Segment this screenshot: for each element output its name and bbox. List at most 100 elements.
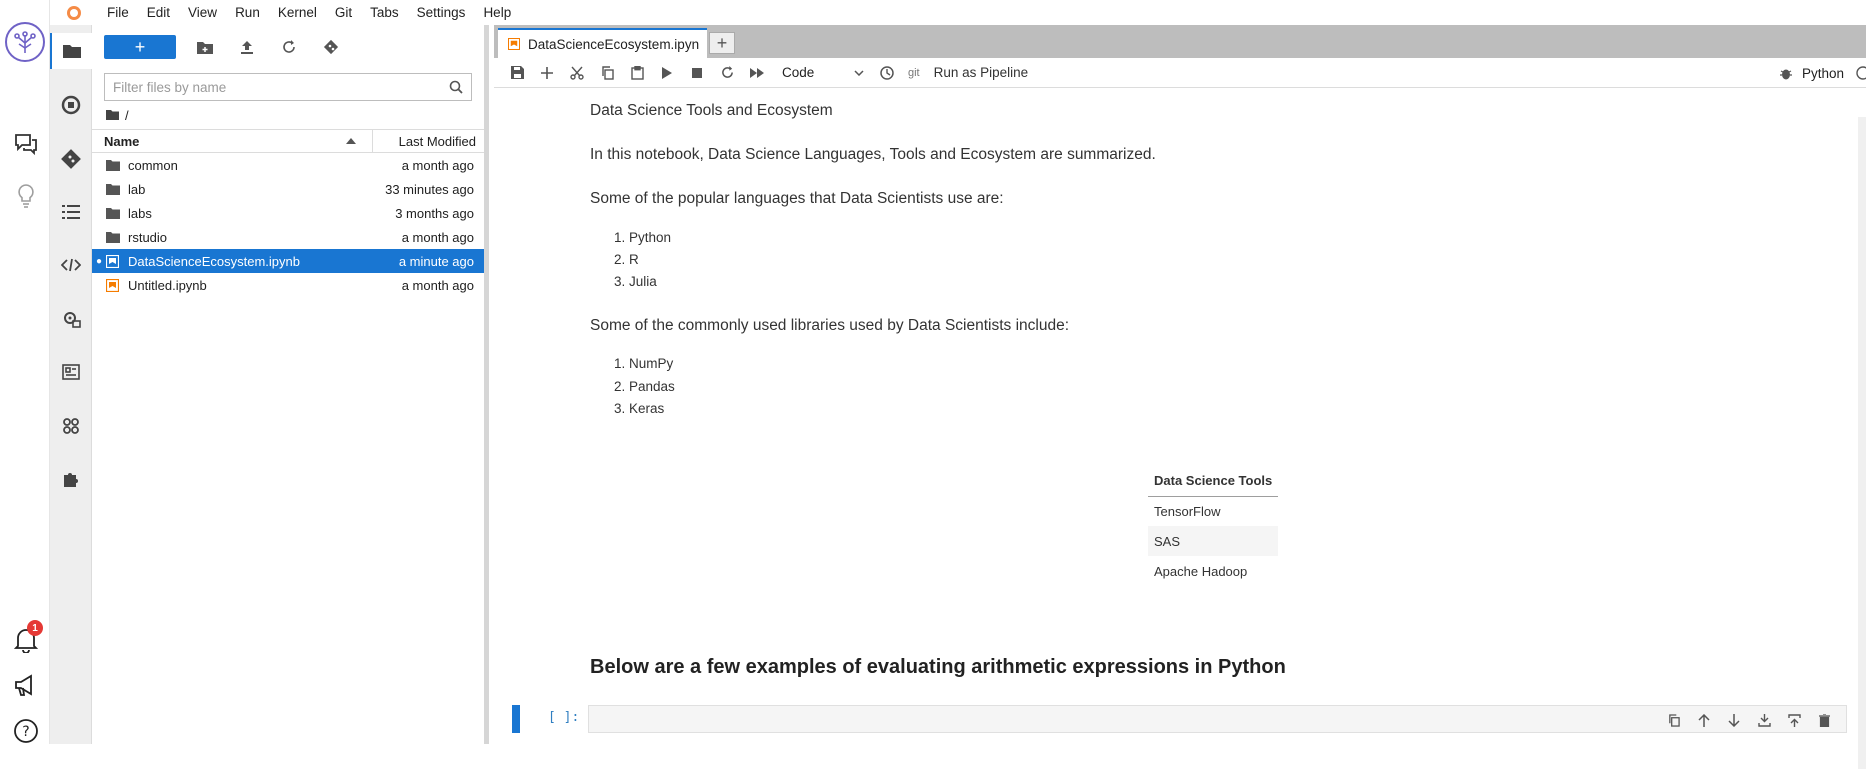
debugger-bug-icon[interactable] bbox=[1779, 67, 1792, 80]
megaphone-icon[interactable] bbox=[12, 671, 40, 699]
file-modified: a month ago bbox=[401, 157, 474, 173]
tab-title: DataScienceEcosystem.ipyn bbox=[528, 36, 700, 52]
last-modified-column-header[interactable]: Last Modified bbox=[372, 130, 484, 152]
running-sessions-icon[interactable] bbox=[50, 87, 92, 123]
folder-icon bbox=[106, 183, 128, 195]
git-diff-button[interactable]: git bbox=[902, 67, 926, 79]
breadcrumb-root[interactable]: / bbox=[125, 108, 129, 123]
libraries-heading: Some of the commonly used libraries used… bbox=[590, 317, 1070, 334]
file-row-untitled[interactable]: Untitled.ipynb a month ago bbox=[92, 273, 484, 297]
runtimes-gear-icon[interactable] bbox=[50, 301, 92, 337]
git-clone-icon[interactable] bbox=[316, 35, 346, 59]
cell-type-select[interactable]: Code bbox=[772, 65, 872, 80]
file-name: common bbox=[128, 157, 178, 173]
app-rail: 1 ? bbox=[0, 0, 50, 744]
tab-datascienceecosystem[interactable]: DataScienceEcosystem.ipyn bbox=[498, 28, 707, 58]
folder-icon bbox=[106, 207, 128, 219]
add-tab-button[interactable]: + bbox=[709, 32, 735, 54]
run-icon[interactable] bbox=[652, 61, 682, 85]
table-of-contents-icon[interactable] bbox=[50, 194, 92, 230]
data-science-tools-table: Data Science Tools TensorFlow SAS Apache… bbox=[1148, 466, 1279, 586]
menu-kernel[interactable]: Kernel bbox=[269, 0, 326, 25]
fast-forward-icon[interactable] bbox=[742, 61, 772, 85]
menu-tabs[interactable]: Tabs bbox=[361, 0, 408, 25]
list-item: 1. NumPy bbox=[614, 356, 674, 371]
file-modified: a month ago bbox=[401, 229, 474, 245]
list-item: 3. Julia bbox=[614, 274, 657, 289]
expressions-heading: Below are a few examples of evaluating a… bbox=[590, 656, 1286, 678]
help-icon[interactable]: ? bbox=[12, 717, 40, 745]
file-modified: 33 minutes ago bbox=[385, 181, 474, 197]
new-folder-icon[interactable] bbox=[190, 35, 220, 59]
file-browser-tab-icon[interactable] bbox=[50, 33, 92, 69]
file-row-common[interactable]: common a month ago bbox=[92, 153, 484, 177]
menu-edit[interactable]: Edit bbox=[138, 0, 179, 25]
notebook-scrollbar[interactable] bbox=[1858, 117, 1866, 769]
git-icon[interactable] bbox=[50, 141, 92, 177]
app-logo-icon[interactable] bbox=[5, 22, 45, 62]
notebook-icon bbox=[508, 38, 520, 50]
insert-below-icon[interactable] bbox=[1752, 708, 1776, 732]
breadcrumb: / bbox=[92, 101, 484, 129]
notebook-icon bbox=[106, 278, 128, 292]
menu-file[interactable]: File bbox=[98, 0, 138, 25]
svg-text:?: ? bbox=[22, 724, 29, 740]
new-launcher-button[interactable]: + bbox=[104, 35, 176, 59]
menu-view[interactable]: View bbox=[179, 0, 226, 25]
file-list: common a month ago lab 33 minutes ago la… bbox=[92, 153, 484, 297]
menu-run[interactable]: Run bbox=[226, 0, 269, 25]
menu-git[interactable]: Git bbox=[326, 0, 361, 25]
last-modified-column-label: Last Modified bbox=[398, 133, 476, 149]
lightbulb-icon[interactable] bbox=[12, 182, 40, 210]
move-down-icon[interactable] bbox=[1722, 708, 1746, 732]
delete-cell-icon[interactable] bbox=[1812, 708, 1836, 732]
filter-files-input[interactable] bbox=[113, 79, 449, 95]
home-folder-icon[interactable] bbox=[106, 110, 119, 120]
cell-toolbar bbox=[1662, 708, 1836, 732]
file-row-rstudio[interactable]: rstudio a month ago bbox=[92, 225, 484, 249]
insert-above-icon[interactable] bbox=[1782, 708, 1806, 732]
menu-settings[interactable]: Settings bbox=[408, 0, 475, 25]
upload-icon[interactable] bbox=[232, 35, 262, 59]
restart-icon[interactable] bbox=[712, 61, 742, 85]
file-row-datascienceecosystem[interactable]: ● DataScienceEcosystem.ipynb a minute ag… bbox=[92, 249, 484, 273]
file-row-lab[interactable]: lab 33 minutes ago bbox=[92, 177, 484, 201]
run-as-pipeline-button[interactable]: Run as Pipeline bbox=[926, 65, 1037, 80]
code-cell[interactable]: [ ]: bbox=[512, 705, 1847, 733]
list-item: 2. Pandas bbox=[614, 379, 675, 394]
file-name: DataScienceEcosystem.ipynb bbox=[128, 253, 300, 269]
paste-icon[interactable] bbox=[622, 61, 652, 85]
notebook-icon bbox=[106, 254, 128, 268]
duplicate-cell-icon[interactable] bbox=[1662, 708, 1686, 732]
jupyter-logo-icon bbox=[50, 0, 98, 25]
cut-icon[interactable] bbox=[562, 61, 592, 85]
stop-icon[interactable] bbox=[682, 61, 712, 85]
file-modified: 3 months ago bbox=[395, 205, 474, 221]
file-name: lab bbox=[128, 181, 146, 197]
code-cell-editor[interactable] bbox=[588, 705, 1847, 733]
name-column-header[interactable]: Name bbox=[92, 130, 372, 152]
save-icon[interactable] bbox=[502, 61, 532, 85]
table-header: Data Science Tools bbox=[1148, 466, 1279, 497]
insert-cell-icon[interactable] bbox=[532, 61, 562, 85]
extensions-grid-icon[interactable] bbox=[50, 408, 92, 444]
file-modified: a month ago bbox=[401, 277, 474, 293]
file-row-labs[interactable]: labs 3 months ago bbox=[92, 201, 484, 225]
running-indicator-icon: ● bbox=[95, 255, 103, 267]
notebook-toolbar: Code git Run as Pipeline bbox=[494, 58, 1866, 88]
file-browser-toolbar: + bbox=[92, 25, 484, 69]
copy-icon[interactable] bbox=[592, 61, 622, 85]
menu-help[interactable]: Help bbox=[474, 0, 520, 25]
component-catalog-icon[interactable] bbox=[50, 354, 92, 390]
move-up-icon[interactable] bbox=[1692, 708, 1716, 732]
list-item: 3. Keras bbox=[614, 401, 665, 416]
chat-icon[interactable] bbox=[12, 130, 40, 158]
code-snippets-icon[interactable] bbox=[50, 247, 92, 283]
active-cell-marker[interactable] bbox=[512, 705, 520, 733]
folder-icon bbox=[106, 231, 128, 243]
kernel-name[interactable]: Python bbox=[1802, 66, 1844, 81]
extension-manager-puzzle-icon[interactable] bbox=[50, 461, 92, 497]
refresh-icon[interactable] bbox=[274, 35, 304, 59]
clock-icon[interactable] bbox=[872, 61, 902, 85]
cell-type-value: Code bbox=[782, 65, 815, 80]
